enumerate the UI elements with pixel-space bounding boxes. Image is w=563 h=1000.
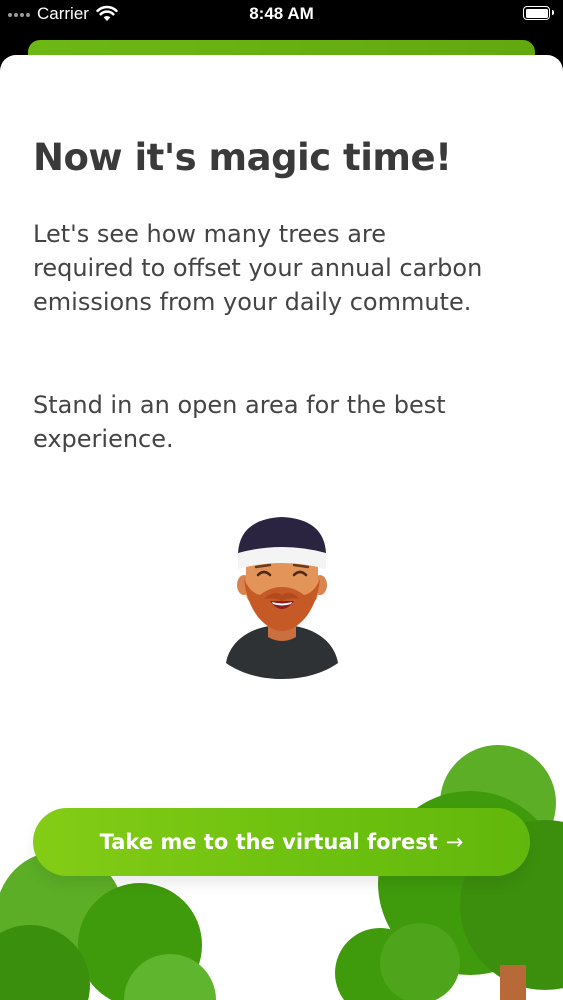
status-bar: Carrier 8:48 AM	[0, 0, 563, 30]
smiling-bearded-man-avatar	[226, 517, 338, 679]
virtual-forest-button-label: Take me to the virtual forest	[99, 830, 438, 854]
app-screen: Carrier 8:48 AM Now it's magic time! Let…	[0, 0, 563, 1000]
arrow-right-icon: →	[445, 830, 464, 854]
instruction-paragraph: Stand in an open area for the best exper…	[33, 391, 446, 453]
intro-paragraph: Let's see how many trees are required to…	[33, 220, 483, 316]
virtual-forest-button[interactable]: Take me to the virtual forest →	[33, 808, 530, 876]
battery-icon	[523, 6, 554, 20]
page-title: Now it's magic time!	[33, 136, 452, 179]
status-time: 8:48 AM	[249, 4, 314, 23]
